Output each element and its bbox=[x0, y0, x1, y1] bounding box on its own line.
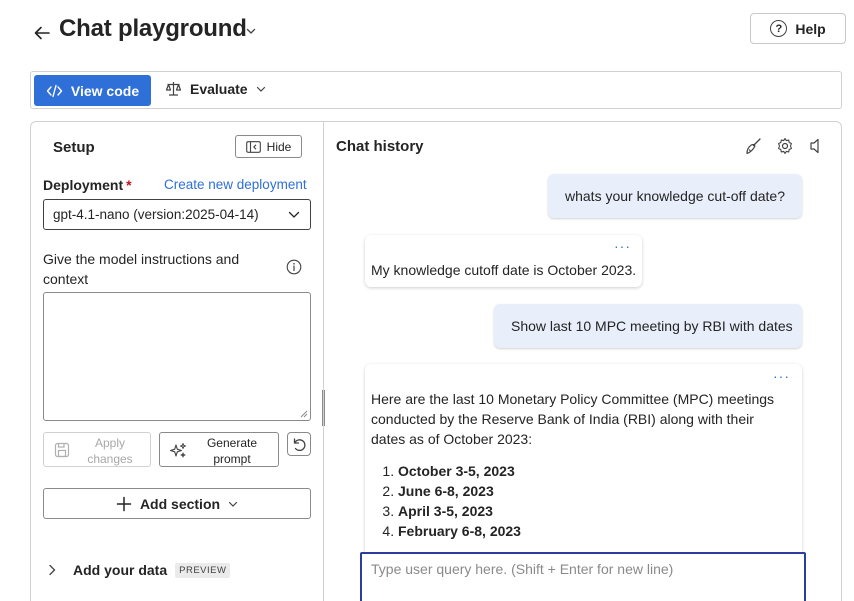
add-section-button[interactable]: Add section bbox=[43, 488, 311, 519]
gear-icon[interactable] bbox=[776, 137, 794, 155]
deployment-value: gpt-4.1-nano (version:2025-04-14) bbox=[53, 207, 259, 222]
hide-label: Hide bbox=[266, 139, 292, 154]
user-message: whats your knowledge cut-off date? bbox=[548, 174, 802, 218]
plus-icon bbox=[116, 496, 132, 511]
view-code-label: View code bbox=[70, 82, 140, 99]
generate-prompt-label: Generate prompt bbox=[206, 436, 258, 466]
message-text: Show last 10 MPC meeting by RBI with dat… bbox=[511, 318, 793, 334]
evaluate-label: Evaluate bbox=[190, 80, 248, 97]
chevron-right-icon bbox=[49, 564, 56, 576]
list-item: June 6-8, 2023 bbox=[398, 481, 791, 501]
page-title: Chat playground bbox=[59, 15, 247, 42]
setup-panel: Setup Hide Deployment * Create new deploy… bbox=[30, 121, 324, 601]
undo-button[interactable] bbox=[287, 432, 311, 456]
speaker-icon[interactable] bbox=[808, 137, 826, 155]
list-item: October 3-5, 2023 bbox=[398, 461, 791, 481]
chat-history-title: Chat history bbox=[336, 138, 424, 155]
message-text: My knowledge cutoff date is October 2023… bbox=[371, 262, 637, 278]
deployment-label-text: Deployment bbox=[43, 177, 124, 193]
add-your-data-label: Add your data bbox=[73, 562, 168, 578]
more-options-icon[interactable]: ··· bbox=[773, 368, 790, 384]
help-button[interactable]: ? Help bbox=[750, 13, 846, 44]
meeting-list: October 3-5, 2023 June 6-8, 2023 April 3… bbox=[371, 461, 791, 541]
chevron-down-icon bbox=[256, 86, 265, 92]
info-icon[interactable] bbox=[286, 259, 302, 275]
sparkle-icon bbox=[170, 443, 186, 458]
apply-changes-button[interactable]: Apply changes bbox=[43, 432, 151, 467]
more-options-icon[interactable]: ··· bbox=[614, 238, 631, 254]
message-body: Here are the last 10 Monetary Policy Com… bbox=[371, 389, 791, 541]
chat-input[interactable] bbox=[360, 552, 806, 601]
broom-icon[interactable] bbox=[744, 137, 762, 155]
deployment-select[interactable]: gpt-4.1-nano (version:2025-04-14) bbox=[43, 199, 311, 230]
list-item: February 6-8, 2023 bbox=[398, 521, 791, 541]
help-label: Help bbox=[795, 20, 826, 37]
preview-badge: PREVIEW bbox=[175, 562, 231, 578]
create-deployment-link[interactable]: Create new deployment bbox=[164, 177, 307, 192]
chevron-down-icon bbox=[288, 211, 300, 218]
assistant-message: ··· My knowledge cutoff date is October … bbox=[365, 235, 642, 287]
message-text: Here are the last 10 Monetary Policy Com… bbox=[371, 391, 775, 447]
chat-panel: Chat history whats your knowledge cut-of… bbox=[323, 121, 842, 601]
chat-tools bbox=[744, 137, 826, 155]
instructions-textarea[interactable] bbox=[43, 292, 311, 421]
message-text: whats your knowledge cut-off date? bbox=[565, 188, 785, 204]
evaluate-button[interactable]: Evaluate bbox=[165, 80, 266, 97]
hide-panel-icon bbox=[245, 140, 261, 153]
add-your-data-toggle[interactable]: Add your data PREVIEW bbox=[45, 562, 231, 578]
save-icon bbox=[54, 442, 70, 458]
help-icon: ? bbox=[770, 20, 788, 37]
generate-prompt-button[interactable]: Generate prompt bbox=[159, 432, 279, 467]
chevron-down-icon bbox=[228, 501, 238, 507]
back-arrow-icon[interactable] bbox=[32, 23, 52, 43]
resize-grip-icon[interactable] bbox=[300, 410, 308, 418]
assistant-message: ··· Here are the last 10 Monetary Policy… bbox=[365, 364, 802, 564]
instructions-label: Give the model instructions and context bbox=[43, 251, 240, 287]
user-message: Show last 10 MPC meeting by RBI with dat… bbox=[494, 304, 802, 348]
chevron-down-icon[interactable] bbox=[246, 26, 256, 36]
add-section-label: Add section bbox=[139, 495, 221, 512]
toolbar: View code Evaluate bbox=[30, 71, 842, 109]
list-item: April 3-5, 2023 bbox=[398, 501, 791, 521]
apply-changes-label: Apply changes bbox=[87, 436, 133, 466]
setup-title: Setup bbox=[53, 139, 95, 156]
required-mark: * bbox=[126, 177, 132, 193]
undo-icon bbox=[293, 438, 306, 451]
scale-icon bbox=[165, 82, 182, 96]
deployment-label: Deployment * bbox=[43, 177, 132, 193]
view-code-button[interactable]: View code bbox=[34, 75, 151, 106]
hide-button[interactable]: Hide bbox=[235, 135, 302, 158]
code-icon bbox=[46, 84, 63, 97]
